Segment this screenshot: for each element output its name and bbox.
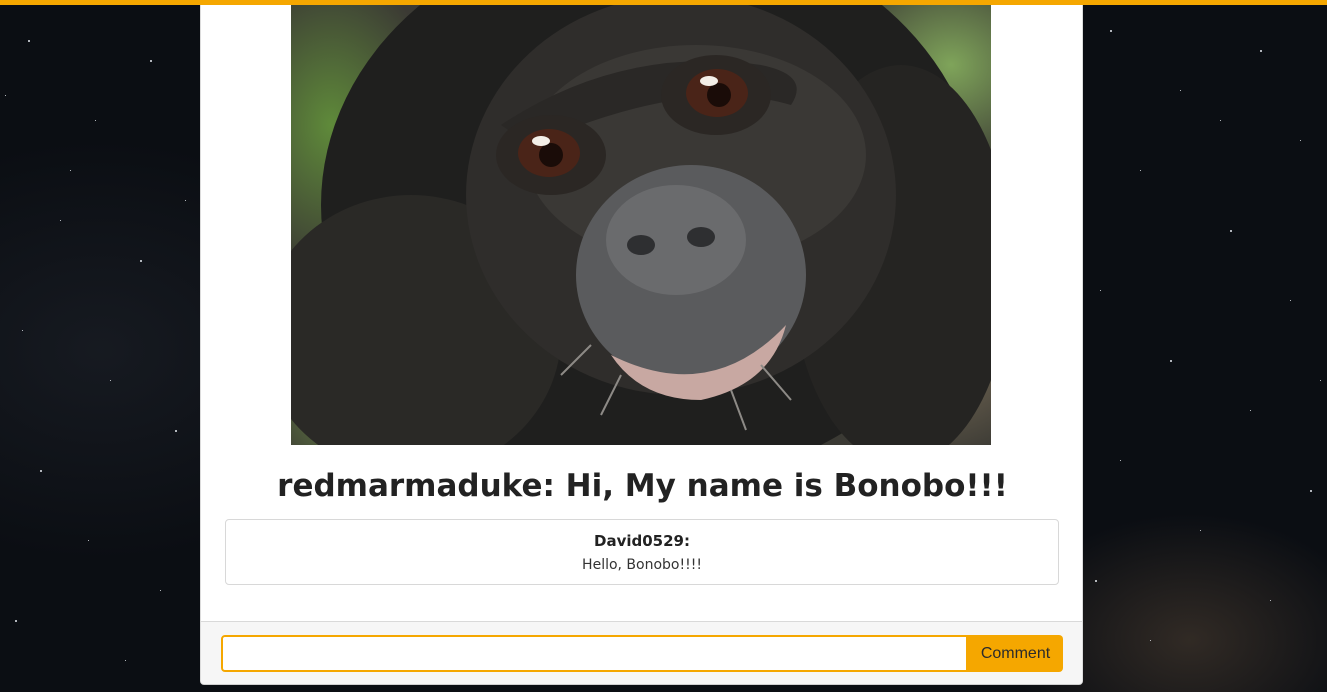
post-card: redmarmaduke: Hi, My name is Bonobo!!! D… (200, 0, 1083, 685)
top-accent-bar (0, 0, 1327, 5)
comment-text: Hello, Bonobo!!!! (582, 557, 702, 573)
post-title: redmarmaduke: Hi, My name is Bonobo!!! (201, 468, 1084, 504)
comment-button[interactable]: Comment (968, 635, 1063, 672)
comment-form: Comment (201, 621, 1082, 684)
bonobo-photo (291, 5, 991, 445)
bonobo-illustration (291, 5, 991, 445)
comment-author: David0529: (594, 532, 690, 550)
comment-input[interactable] (221, 635, 968, 672)
post-text: Hi, My name is Bonobo!!! (554, 468, 1008, 504)
comment-item: David0529: Hello, Bonobo!!!! (225, 519, 1059, 585)
post-author: redmarmaduke: (277, 468, 555, 504)
